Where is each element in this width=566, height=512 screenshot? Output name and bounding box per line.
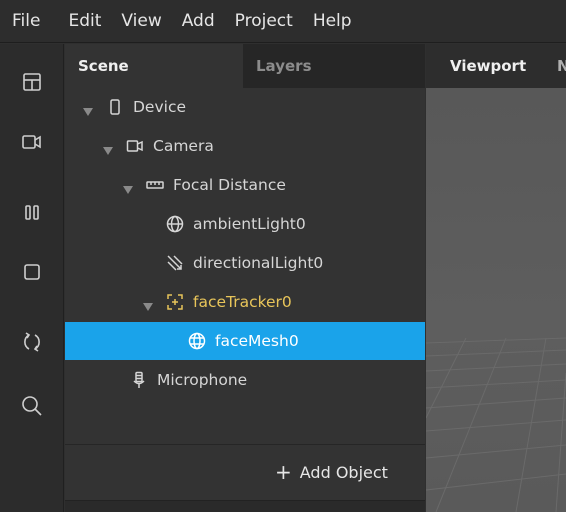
pause-bars-icon: [25, 205, 39, 220]
tree-item-ambient-light[interactable]: ambientLight0: [65, 205, 425, 243]
search-icon: [22, 396, 42, 416]
viewport-header: Viewport N: [426, 44, 566, 88]
ground-grid: [426, 337, 566, 512]
pause-tool-button[interactable]: [14, 194, 50, 230]
tree-item-label: ambientLight0: [193, 215, 306, 233]
mesh-icon: [187, 331, 207, 351]
add-object-label: Add Object: [299, 462, 388, 482]
menu-help[interactable]: Help: [303, 0, 362, 43]
tree-item-label: Device: [133, 98, 187, 116]
square-tool-button[interactable]: [14, 254, 50, 290]
tree-item-device[interactable]: Device: [65, 88, 425, 126]
panel-bottom-strip: [65, 500, 425, 512]
app-window: File Edit View Add Project Help Scene La…: [0, 0, 566, 512]
panel-tabs: Scene Layers: [65, 44, 425, 88]
ruler-icon: [145, 175, 165, 195]
layout-icon: [23, 73, 41, 91]
tree-item-label: Focal Distance: [173, 176, 286, 194]
menu-bar: File Edit View Add Project Help: [0, 0, 566, 43]
tree-item-camera[interactable]: Camera: [65, 127, 425, 165]
tree-item-microphone[interactable]: Microphone: [65, 361, 425, 399]
camera-tool-button[interactable]: [14, 124, 50, 160]
refresh-icon: [24, 332, 40, 352]
viewport-canvas[interactable]: [426, 88, 566, 512]
phone-icon: [105, 97, 125, 117]
scene-panel: Scene Layers Device Camera Focal Distanc…: [65, 44, 425, 512]
chevron-down-icon[interactable]: [103, 141, 113, 155]
plus-icon: +: [275, 460, 292, 484]
tab-viewport[interactable]: Viewport: [450, 44, 526, 88]
globe-icon: [165, 214, 185, 234]
tree-item-face-tracker[interactable]: faceTracker0: [65, 283, 425, 321]
chevron-down-icon[interactable]: [83, 102, 93, 116]
menu-file[interactable]: File: [0, 0, 58, 43]
tree-item-label: faceMesh0: [215, 332, 299, 350]
tree-item-directional-light[interactable]: directionalLight0: [65, 244, 425, 282]
tree-item-label: Camera: [153, 137, 214, 155]
tab-layers[interactable]: Layers: [243, 44, 425, 88]
chevron-down-icon[interactable]: [123, 180, 133, 194]
face-tracker-icon: [165, 292, 185, 312]
menu-add[interactable]: Add: [172, 0, 225, 43]
microphone-icon: [129, 370, 149, 390]
chevron-down-icon[interactable]: [143, 297, 153, 311]
tool-strip: [0, 44, 64, 512]
menu-view[interactable]: View: [111, 0, 171, 43]
menu-project[interactable]: Project: [225, 0, 303, 43]
tree-item-focal-distance[interactable]: Focal Distance: [65, 166, 425, 204]
tree-item-label: faceTracker0: [193, 293, 292, 311]
tab-scene[interactable]: Scene: [65, 44, 243, 88]
layout-tool-button[interactable]: [14, 64, 50, 100]
refresh-tool-button[interactable]: [14, 324, 50, 360]
search-tool-button[interactable]: [14, 388, 50, 424]
add-object-button[interactable]: + Add Object: [275, 454, 388, 490]
tree-item-label: directionalLight0: [193, 254, 324, 272]
tree-item-face-mesh[interactable]: faceMesh0: [65, 322, 425, 360]
panel-divider: [65, 444, 425, 445]
square-icon: [24, 264, 40, 280]
tab-next[interactable]: N: [557, 44, 566, 88]
directional-light-icon: [165, 253, 185, 273]
menu-edit[interactable]: Edit: [58, 0, 111, 43]
camera-icon: [125, 136, 145, 156]
camera-icon: [22, 135, 41, 149]
tree-item-label: Microphone: [157, 371, 248, 389]
